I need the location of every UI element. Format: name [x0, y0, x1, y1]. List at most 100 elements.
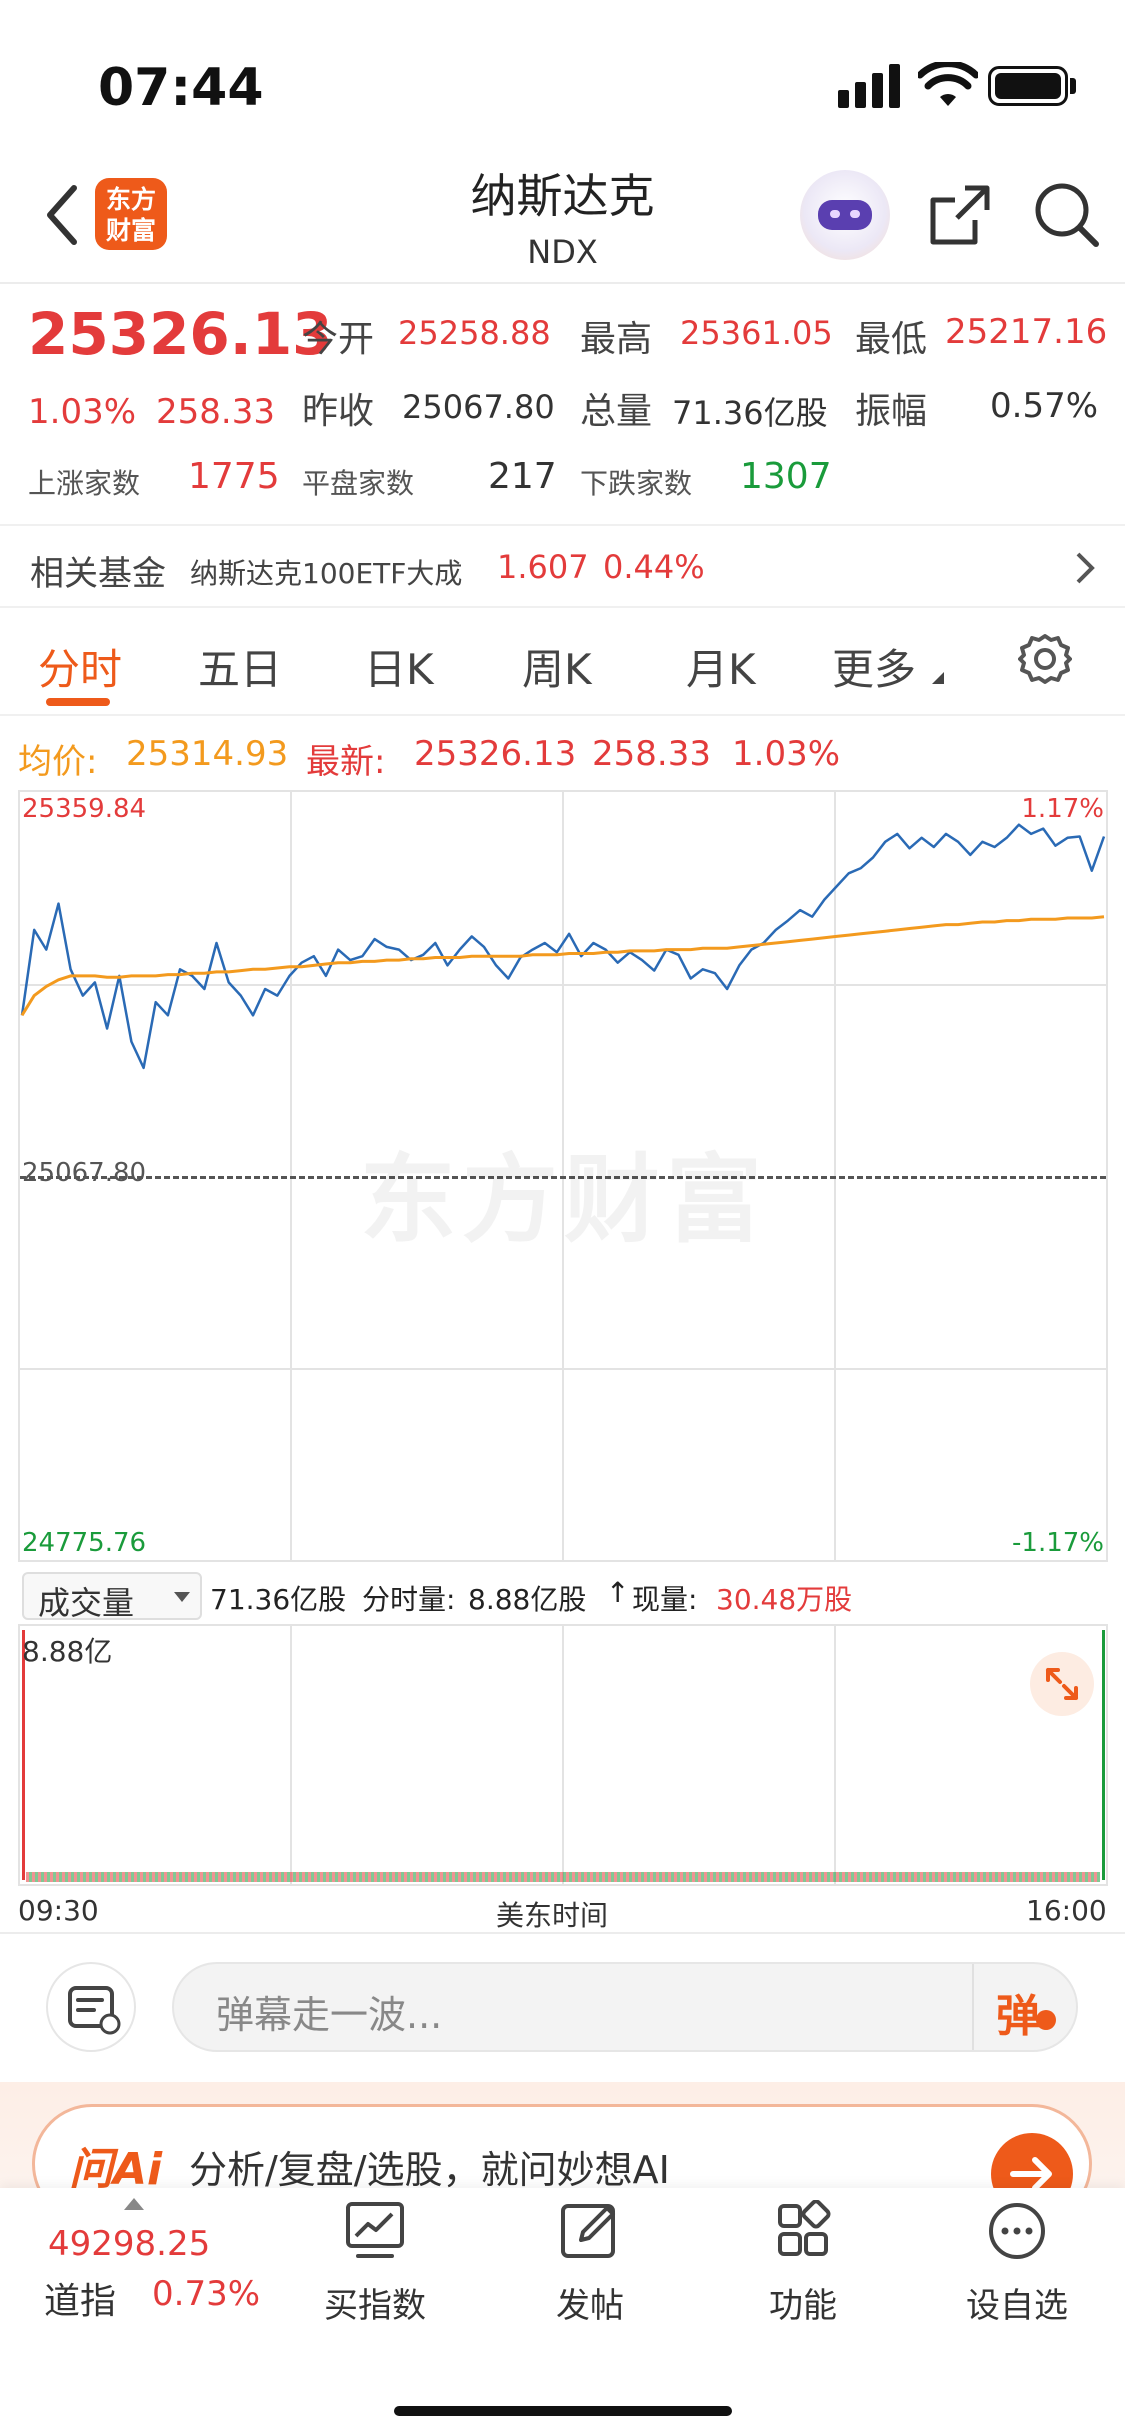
low-label: 最低 [855, 319, 928, 360]
volume-value: 71.36亿股 [672, 394, 828, 432]
edit-icon [561, 2204, 615, 2258]
nav-post[interactable]: 发帖 [515, 2200, 665, 2327]
latest-value: 25326.13 [414, 734, 577, 774]
high-label: 最高 [580, 319, 653, 360]
volume-spike-close [1102, 1630, 1105, 1880]
tab-more[interactable]: 更多 [832, 636, 916, 697]
home-indicator [394, 2406, 732, 2416]
flat-count-label: 平盘家数 [302, 467, 415, 500]
volume-max-label: 8.88亿 [22, 1635, 113, 1668]
index-ticker-value: 49298.25 [48, 2224, 211, 2264]
danmu-toggle-label: 弹 [996, 1991, 1040, 2042]
rise-count-value: 1775 [188, 456, 280, 497]
amplitude-value: 0.57% [990, 386, 1099, 426]
nav-buy-index-label: 买指数 [324, 2286, 426, 2326]
trend-chart-icon [346, 2202, 404, 2258]
danmu-toggle-button[interactable]: 弹 [992, 1976, 1062, 2042]
nav-watchlist[interactable]: 设自选 [942, 2200, 1092, 2327]
danmu-input-placeholder: 弹幕走一波... [216, 1993, 443, 2037]
dropdown-caret-icon [174, 1592, 190, 1602]
low-value: 25217.16 [945, 312, 1108, 352]
change-percent: 1.03% [28, 392, 137, 432]
volume-selector-label: 成交量 [38, 1584, 135, 1622]
high-value: 25361.05 [680, 314, 833, 352]
more-circle-icon [989, 2203, 1045, 2259]
message-list-icon [68, 1986, 121, 2035]
tab-monthly-k[interactable]: 月K [686, 636, 756, 697]
prev-close-value: 25067.80 [402, 388, 555, 426]
fall-count-value: 1307 [740, 456, 832, 497]
rise-count-label: 上涨家数 [28, 467, 141, 500]
comment-list-button[interactable] [46, 1962, 136, 2052]
pct-axis-bottom-label: -1.17% [1012, 1528, 1104, 1558]
period-volume-arrow: ↑ [606, 1576, 630, 1609]
latest-change: 258.33 [592, 734, 711, 774]
y-axis-top-label: 25359.84 [22, 794, 147, 824]
fall-count-label: 下跌家数 [580, 467, 693, 500]
settings-gear-icon[interactable] [1018, 632, 1072, 686]
latest-label: 最新: [306, 742, 386, 782]
avg-price-label: 均价: [18, 742, 98, 782]
current-volume-value: 30.48万股 [716, 1583, 853, 1616]
nav-functions[interactable]: 功能 [728, 2199, 878, 2327]
current-price: 25326.13 [28, 300, 333, 368]
robot-avatar[interactable] [800, 170, 890, 260]
current-volume-label: 现量: [632, 1583, 698, 1616]
tab-weekly-k[interactable]: 周K [522, 636, 592, 697]
tab-active-indicator [46, 698, 110, 706]
pct-axis-top-label: 1.17% [1021, 794, 1104, 824]
related-fund-pct: 0.44% [603, 548, 705, 586]
amplitude-label: 振幅 [855, 391, 928, 432]
fund-divider [0, 606, 1125, 608]
price-chart[interactable]: 东方财富 25359.84 25067.80 24775.76 1.17% -1… [18, 790, 1108, 1562]
related-fund-price: 1.607 [497, 548, 589, 586]
danmu-divider [972, 1964, 974, 2050]
danmu-input[interactable]: 弹幕走一波... 弹 [172, 1962, 1078, 2052]
x-axis-start-label: 09:30 [18, 1894, 99, 1927]
index-ticker[interactable]: 49298.25 道指 0.73% [22, 2196, 282, 2322]
danmu-check-icon [1036, 2010, 1056, 2030]
grid-vertical-line [562, 1626, 564, 1884]
latest-pct: 1.03% [732, 734, 841, 774]
change-amount: 258.33 [156, 392, 275, 432]
wifi-icon [918, 62, 978, 106]
avg-price-value: 25314.93 [126, 734, 289, 774]
volume-chart[interactable]: 8.88亿 [18, 1624, 1108, 1886]
tab-daily-k[interactable]: 日K [364, 636, 434, 697]
nav-functions-label: 功能 [769, 2286, 837, 2326]
tab-five-day[interactable]: 五日 [198, 636, 282, 697]
nav-post-label: 发帖 [556, 2286, 624, 2326]
related-fund-row[interactable]: 相关基金 纳斯达克100ETF大成 1.607 0.44% [0, 526, 1125, 606]
price-series-line [20, 823, 1106, 1070]
search-icon[interactable] [1030, 178, 1102, 250]
index-ticker-caret-icon [124, 2198, 144, 2210]
x-axis-end-label: 16:00 [1026, 1894, 1107, 1927]
chart-bottom-divider [0, 1932, 1125, 1934]
open-label: 今开 [302, 319, 375, 360]
tab-intraday[interactable]: 分时 [38, 636, 122, 697]
status-time: 07:44 [98, 58, 264, 118]
chevron-right-icon [1076, 552, 1095, 584]
period-volume-value: 8.88亿股 [468, 1583, 587, 1616]
x-axis-title: 美东时间 [496, 1899, 609, 1932]
related-fund-label: 相关基金 [30, 554, 166, 594]
nav-buy-index[interactable]: 买指数 [300, 2200, 450, 2327]
related-fund-name: 纳斯达克100ETF大成 [190, 557, 463, 590]
volume-label: 总量 [580, 391, 653, 432]
flat-count-value: 217 [488, 456, 557, 497]
volume-selector[interactable]: 成交量 [22, 1572, 202, 1622]
nav-watchlist-label: 设自选 [966, 2286, 1068, 2326]
open-value: 25258.88 [398, 314, 551, 352]
index-ticker-name: 道指 [44, 2281, 117, 2322]
share-icon[interactable] [925, 180, 995, 250]
ai-banner-text: 分析/复盘/选股，就问妙想AI [189, 2148, 670, 2192]
signal-icon [838, 62, 900, 108]
battery-icon [988, 66, 1068, 106]
prev-close-label: 昨收 [302, 391, 375, 432]
grid-vertical-line [290, 1626, 292, 1884]
battery-cap [1070, 78, 1076, 94]
tab-more-caret-icon [932, 672, 944, 684]
volume-total: 71.36亿股 [210, 1583, 347, 1616]
y-axis-bottom-label: 24775.76 [22, 1528, 147, 1558]
expand-icon[interactable] [1030, 1652, 1094, 1716]
